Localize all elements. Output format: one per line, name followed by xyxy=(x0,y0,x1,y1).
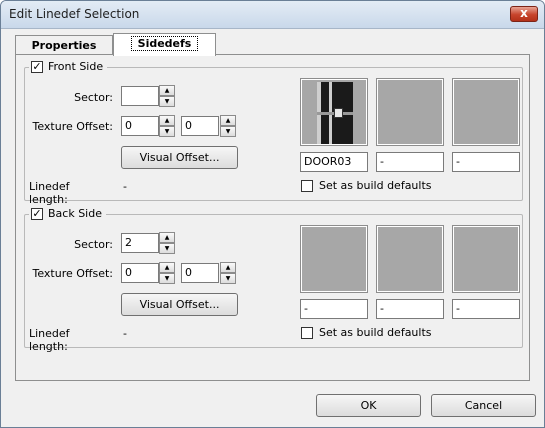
sidedefs-panel: ✓ Front Side Sector: ▲ ▼ Texture Offset:… xyxy=(15,54,530,381)
front-upper-texture[interactable] xyxy=(300,78,368,146)
front-sector-input[interactable] xyxy=(121,86,159,106)
back-offset-x-input[interactable]: 0 xyxy=(121,263,159,283)
back-build-defaults[interactable]: Set as build defaults xyxy=(301,326,432,339)
back-middle-texture[interactable] xyxy=(376,225,444,293)
front-side-legend: ✓ Front Side xyxy=(29,60,108,73)
front-linedef-length-label: Linedef length: xyxy=(29,180,70,206)
front-offset-y-spinner[interactable]: ▲ ▼ xyxy=(220,115,236,137)
back-side-checkbox[interactable]: ✓ xyxy=(31,207,43,220)
tab-properties[interactable]: Properties xyxy=(15,35,113,56)
back-side-legend: ✓ Back Side xyxy=(29,207,106,220)
back-side-title: Back Side xyxy=(48,207,102,220)
spin-down-icon[interactable]: ▼ xyxy=(159,243,175,254)
tab-sidedefs-label: Sidedefs xyxy=(130,36,199,51)
ok-button[interactable]: OK xyxy=(316,394,421,417)
front-lower-texture[interactable] xyxy=(452,78,520,146)
back-offset-x-spinner[interactable]: ▲ ▼ xyxy=(159,262,175,284)
spin-down-icon[interactable]: ▼ xyxy=(220,273,236,284)
back-lower-texture-input[interactable]: - xyxy=(452,299,520,319)
back-texture-offset-label: Texture Offset: xyxy=(32,267,113,280)
back-upper-texture-input[interactable]: - xyxy=(300,299,368,319)
front-side-checkbox[interactable]: ✓ xyxy=(31,60,43,73)
front-lower-texture-input[interactable]: - xyxy=(452,152,520,172)
back-lower-texture[interactable] xyxy=(452,225,520,293)
front-upper-texture-input[interactable]: DOOR03 xyxy=(300,152,368,172)
window-title: Edit Linedef Selection xyxy=(9,7,140,21)
spin-up-icon[interactable]: ▲ xyxy=(159,262,175,273)
back-visual-offset-button[interactable]: Visual Offset... xyxy=(121,293,238,316)
front-offset-x-spinner[interactable]: ▲ ▼ xyxy=(159,115,175,137)
spin-up-icon[interactable]: ▲ xyxy=(220,262,236,273)
front-visual-offset-button[interactable]: Visual Offset... xyxy=(121,146,238,169)
cancel-button[interactable]: Cancel xyxy=(431,394,536,417)
spin-down-icon[interactable]: ▼ xyxy=(159,126,175,137)
spin-up-icon[interactable]: ▲ xyxy=(159,85,175,96)
front-side-title: Front Side xyxy=(48,60,104,73)
front-offset-y-input[interactable]: 0 xyxy=(181,116,219,136)
front-sector-spinner[interactable]: ▲ ▼ xyxy=(159,85,175,107)
front-middle-texture[interactable] xyxy=(376,78,444,146)
back-sector-spinner[interactable]: ▲ ▼ xyxy=(159,232,175,254)
dialog-client: Properties Sidedefs ✓ Front Side Sector:… xyxy=(7,30,540,423)
back-build-defaults-checkbox[interactable] xyxy=(301,326,313,339)
back-linedef-length-label: Linedef length: xyxy=(29,327,70,353)
back-offset-y-input[interactable]: 0 xyxy=(181,263,219,283)
back-upper-texture[interactable] xyxy=(300,225,368,293)
front-middle-texture-input[interactable]: - xyxy=(376,152,444,172)
door-texture-image xyxy=(317,82,353,144)
back-middle-texture-input[interactable]: - xyxy=(376,299,444,319)
back-offset-y-spinner[interactable]: ▲ ▼ xyxy=(220,262,236,284)
back-sector-label: Sector: xyxy=(74,238,113,251)
spin-down-icon[interactable]: ▼ xyxy=(220,126,236,137)
close-button[interactable]: x xyxy=(510,6,538,22)
back-side-group: ✓ Back Side Sector: 2 ▲ ▼ Texture Offset… xyxy=(24,207,523,353)
front-texture-offset-label: Texture Offset: xyxy=(32,120,113,133)
front-side-group: ✓ Front Side Sector: ▲ ▼ Texture Offset:… xyxy=(24,60,523,206)
back-linedef-length-value: - xyxy=(123,327,127,340)
title-bar[interactable]: Edit Linedef Selection x xyxy=(1,1,544,29)
back-build-defaults-label: Set as build defaults xyxy=(319,326,432,339)
front-build-defaults-label: Set as build defaults xyxy=(319,179,432,192)
front-build-defaults[interactable]: Set as build defaults xyxy=(301,179,432,192)
door-sign-icon xyxy=(334,108,343,118)
front-sector-label: Sector: xyxy=(74,91,113,104)
spin-up-icon[interactable]: ▲ xyxy=(220,115,236,126)
spin-up-icon[interactable]: ▲ xyxy=(159,232,175,243)
tab-sidedefs[interactable]: Sidedefs xyxy=(113,33,216,56)
front-build-defaults-checkbox[interactable] xyxy=(301,179,313,192)
spin-down-icon[interactable]: ▼ xyxy=(159,273,175,284)
back-sector-input[interactable]: 2 xyxy=(121,233,159,253)
front-offset-x-input[interactable]: 0 xyxy=(121,116,159,136)
spin-up-icon[interactable]: ▲ xyxy=(159,115,175,126)
front-linedef-length-value: - xyxy=(123,180,127,193)
spin-down-icon[interactable]: ▼ xyxy=(159,96,175,107)
dialog-window: Edit Linedef Selection x Properties Side… xyxy=(0,0,545,428)
